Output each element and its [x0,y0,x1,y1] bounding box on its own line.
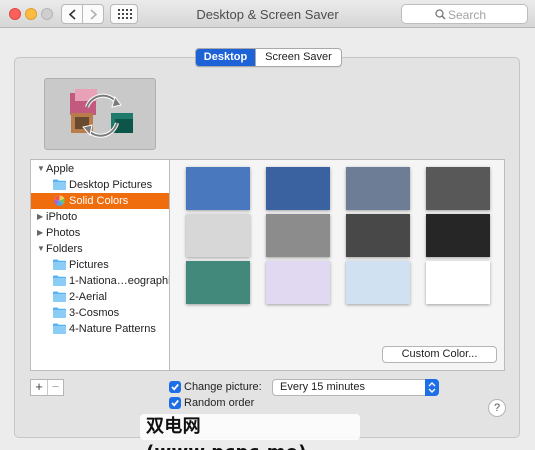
back-button[interactable] [61,4,83,24]
sidebar-item-label: Pictures [69,259,109,271]
folder-icon [53,259,66,270]
folder-icon [53,307,66,318]
search-icon [435,9,446,20]
grid-icon [118,9,132,19]
zoom-window-button[interactable] [41,8,53,20]
sidebar-item-nature-patterns[interactable]: 4-Nature Patterns [31,321,169,337]
add-folder-button[interactable]: + [31,380,47,395]
sidebar-item-folders[interactable]: ▼ Folders [31,241,169,257]
sidebar-item-pictures[interactable]: Pictures [31,257,169,273]
sidebar-item-label: 2-Aerial [69,291,107,303]
color-swatch-near-black[interactable] [426,214,490,257]
sidebar-item-label: 1-Nationa…eographic [69,275,169,287]
sidebar-item-label: Photos [46,227,81,239]
folder-icon [53,275,66,286]
sidebar-item-desktop-pictures[interactable]: Desktop Pictures [31,177,169,193]
interval-popup[interactable]: Every 15 minutes [272,379,439,396]
sidebar-item-label: Solid Colors [69,195,129,207]
show-all-button[interactable] [110,4,138,24]
color-swatch-slate-blue[interactable] [346,167,410,210]
tab-screen-saver[interactable]: Screen Saver [255,49,341,66]
color-swatch-dark-gray[interactable] [426,167,490,210]
checkmark-icon [171,383,179,391]
random-order-checkbox[interactable] [169,397,181,409]
color-swatch-charcoal[interactable] [346,214,410,257]
sidebar-item-aerial[interactable]: 2-Aerial [31,289,169,305]
color-swatch-white[interactable] [426,261,490,304]
color-swatch-grid [169,159,505,371]
color-wheel-icon [54,195,65,206]
title-bar: Desktop & Screen Saver [0,0,535,28]
watermark-text: 双电网(www.pcpc.me) [140,414,360,450]
forward-button[interactable] [82,4,104,24]
change-picture-label: Change picture: [184,381,262,393]
add-remove-control: + − [30,379,64,396]
tab-bar: Desktop Screen Saver [195,48,342,67]
interval-value: Every 15 minutes [280,381,365,393]
window-title: Desktop & Screen Saver [196,7,339,22]
popup-arrows-icon [425,379,439,396]
sidebar-item-label: 3-Cosmos [69,307,120,319]
search-field[interactable] [401,4,528,24]
random-order-label: Random order [184,397,255,409]
color-swatch-blue[interactable] [186,167,250,210]
change-picture-checkbox[interactable] [169,381,181,393]
rotating-pictures-icon [70,89,133,138]
source-list: ▼ Apple Desktop Pictures Solid Colors ▶ … [30,159,169,371]
checkmark-icon [171,399,179,407]
color-swatch-teal[interactable] [186,261,250,304]
sidebar-item-label: Apple [46,163,75,175]
sidebar-item-iphoto[interactable]: ▶ iPhoto [31,209,169,225]
disclosure-closed-icon: ▶ [37,212,44,221]
close-window-button[interactable] [9,8,21,20]
sidebar-item-solid-colors[interactable]: Solid Colors [31,193,169,209]
disclosure-closed-icon: ▶ [37,228,44,237]
color-swatch-light-blue[interactable] [346,261,410,304]
tab-desktop[interactable]: Desktop [196,49,255,66]
search-input[interactable] [448,7,524,22]
sidebar-item-photos[interactable]: ▶ Photos [31,225,169,241]
folder-icon [53,291,66,302]
sidebar-item-cosmos[interactable]: 3-Cosmos [31,305,169,321]
color-swatch-medium-gray[interactable] [266,214,330,257]
color-swatch-light-gray[interactable] [186,214,250,257]
remove-folder-button[interactable]: − [47,380,63,395]
help-button[interactable]: ? [488,399,506,417]
chevron-left-icon [68,9,76,20]
color-swatch-lavender[interactable] [266,261,330,304]
desktop-preview [44,78,156,150]
folder-icon [53,323,66,334]
sidebar-item-label: 4-Nature Patterns [69,323,156,335]
desktop-screensaver-window: Desktop & Screen Saver Desktop Screen Sa… [0,0,535,450]
sidebar-item-label: Folders [46,243,83,255]
chevron-right-icon [90,9,98,20]
sidebar-item-apple[interactable]: ▼ Apple [31,161,169,177]
sidebar-item-label: Desktop Pictures [69,179,153,191]
sidebar-item-label: iPhoto [46,211,78,223]
folder-icon [53,179,66,190]
color-swatch-dark-blue[interactable] [266,167,330,210]
disclosure-open-icon: ▼ [37,164,45,173]
custom-color-button[interactable]: Custom Color... [382,346,497,363]
sidebar-item-national-geographic[interactable]: 1-Nationa…eographic [31,273,169,289]
minimize-window-button[interactable] [25,8,37,20]
disclosure-open-icon: ▼ [37,244,45,253]
